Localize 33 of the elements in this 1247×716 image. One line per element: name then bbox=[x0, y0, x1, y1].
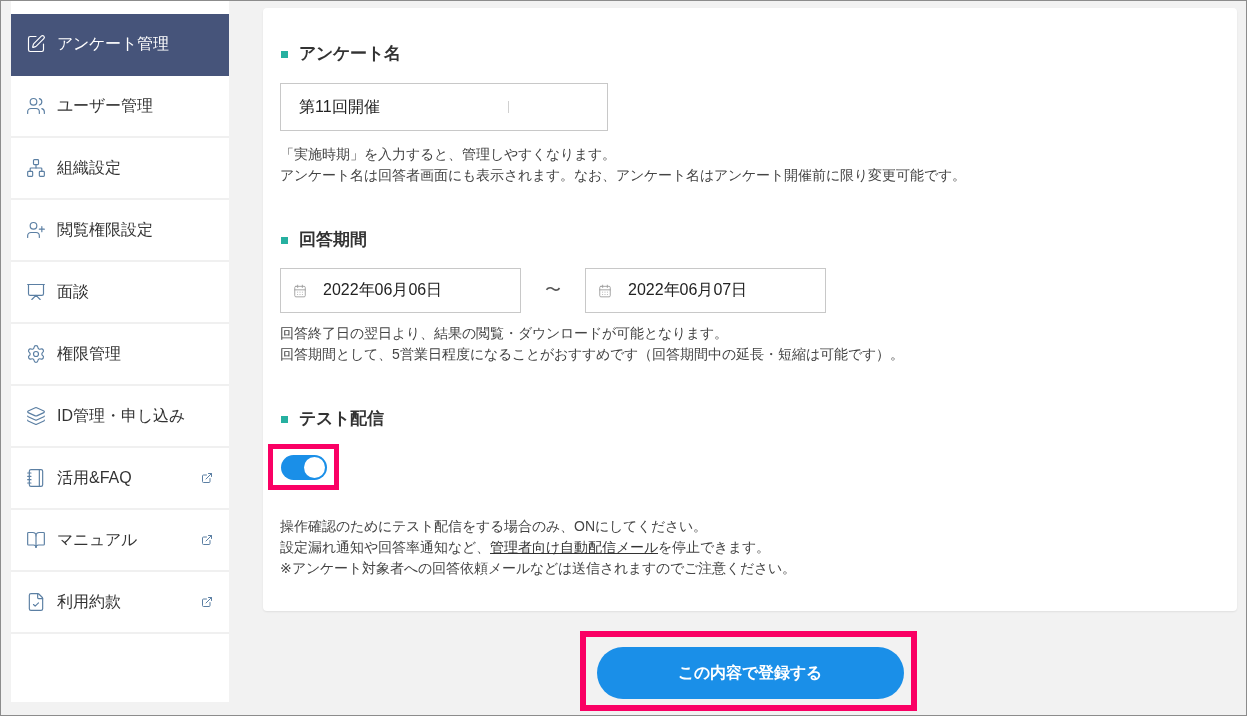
help-text: 回答終了日の翌日より、結果の閲覧・ダウンロードが可能となります。 bbox=[280, 324, 729, 343]
survey-name-field[interactable]: 第11回開催 bbox=[280, 83, 608, 131]
user-plus-icon bbox=[26, 220, 46, 240]
section-heading: テスト配信 bbox=[299, 409, 384, 429]
sidebar-item[interactable]: アンケート管理 bbox=[11, 14, 229, 76]
document-icon bbox=[26, 592, 46, 612]
book-icon bbox=[26, 530, 46, 550]
section-heading: 回答期間 bbox=[299, 230, 367, 250]
end-date-field[interactable]: 2022年06月07日 bbox=[585, 268, 826, 313]
range-separator: 〜 bbox=[544, 280, 562, 300]
users-icon bbox=[26, 96, 46, 116]
help-text: 「実施時期」を入力すると、管理しやすくなります。 bbox=[280, 145, 617, 164]
help-text: 設定漏れ通知や回答率通知など、管理者向け自動配信メールを停止できます。 bbox=[280, 538, 771, 557]
help-text: 回答期間として、5営業日程度になることがおすすめです（回答期間中の延長・短縮は可能です）。 bbox=[280, 345, 905, 364]
layers-icon bbox=[26, 406, 46, 426]
notebook-icon bbox=[26, 468, 46, 488]
help-text: ※アンケート対象者への回答依頼メールなどは送信されますのでご注意ください。 bbox=[280, 559, 797, 578]
settings-icon bbox=[26, 344, 46, 364]
section-heading: アンケート名 bbox=[299, 44, 401, 64]
heading-marker-icon bbox=[281, 236, 288, 244]
calendar-icon bbox=[293, 283, 307, 298]
heading-marker-icon bbox=[281, 50, 288, 58]
edit-icon bbox=[26, 34, 46, 54]
presentation-icon bbox=[26, 282, 46, 302]
toggle-switch[interactable] bbox=[281, 455, 327, 480]
hierarchy-icon bbox=[26, 158, 46, 178]
text-cursor bbox=[508, 101, 509, 113]
calendar-icon bbox=[598, 283, 612, 298]
help-link[interactable]: 管理者向け自動配信メール bbox=[490, 539, 658, 555]
heading-marker-icon bbox=[281, 415, 288, 423]
help-text: アンケート名は回答者画面にも表示されます。なお、アンケート名はアンケート開催前に限り変更可能です。 bbox=[280, 166, 967, 185]
help-text: 操作確認のためにテスト配信をする場合のみ、ONにしてください。 bbox=[280, 517, 708, 536]
start-date-field[interactable]: 2022年06月06日 bbox=[280, 268, 521, 313]
